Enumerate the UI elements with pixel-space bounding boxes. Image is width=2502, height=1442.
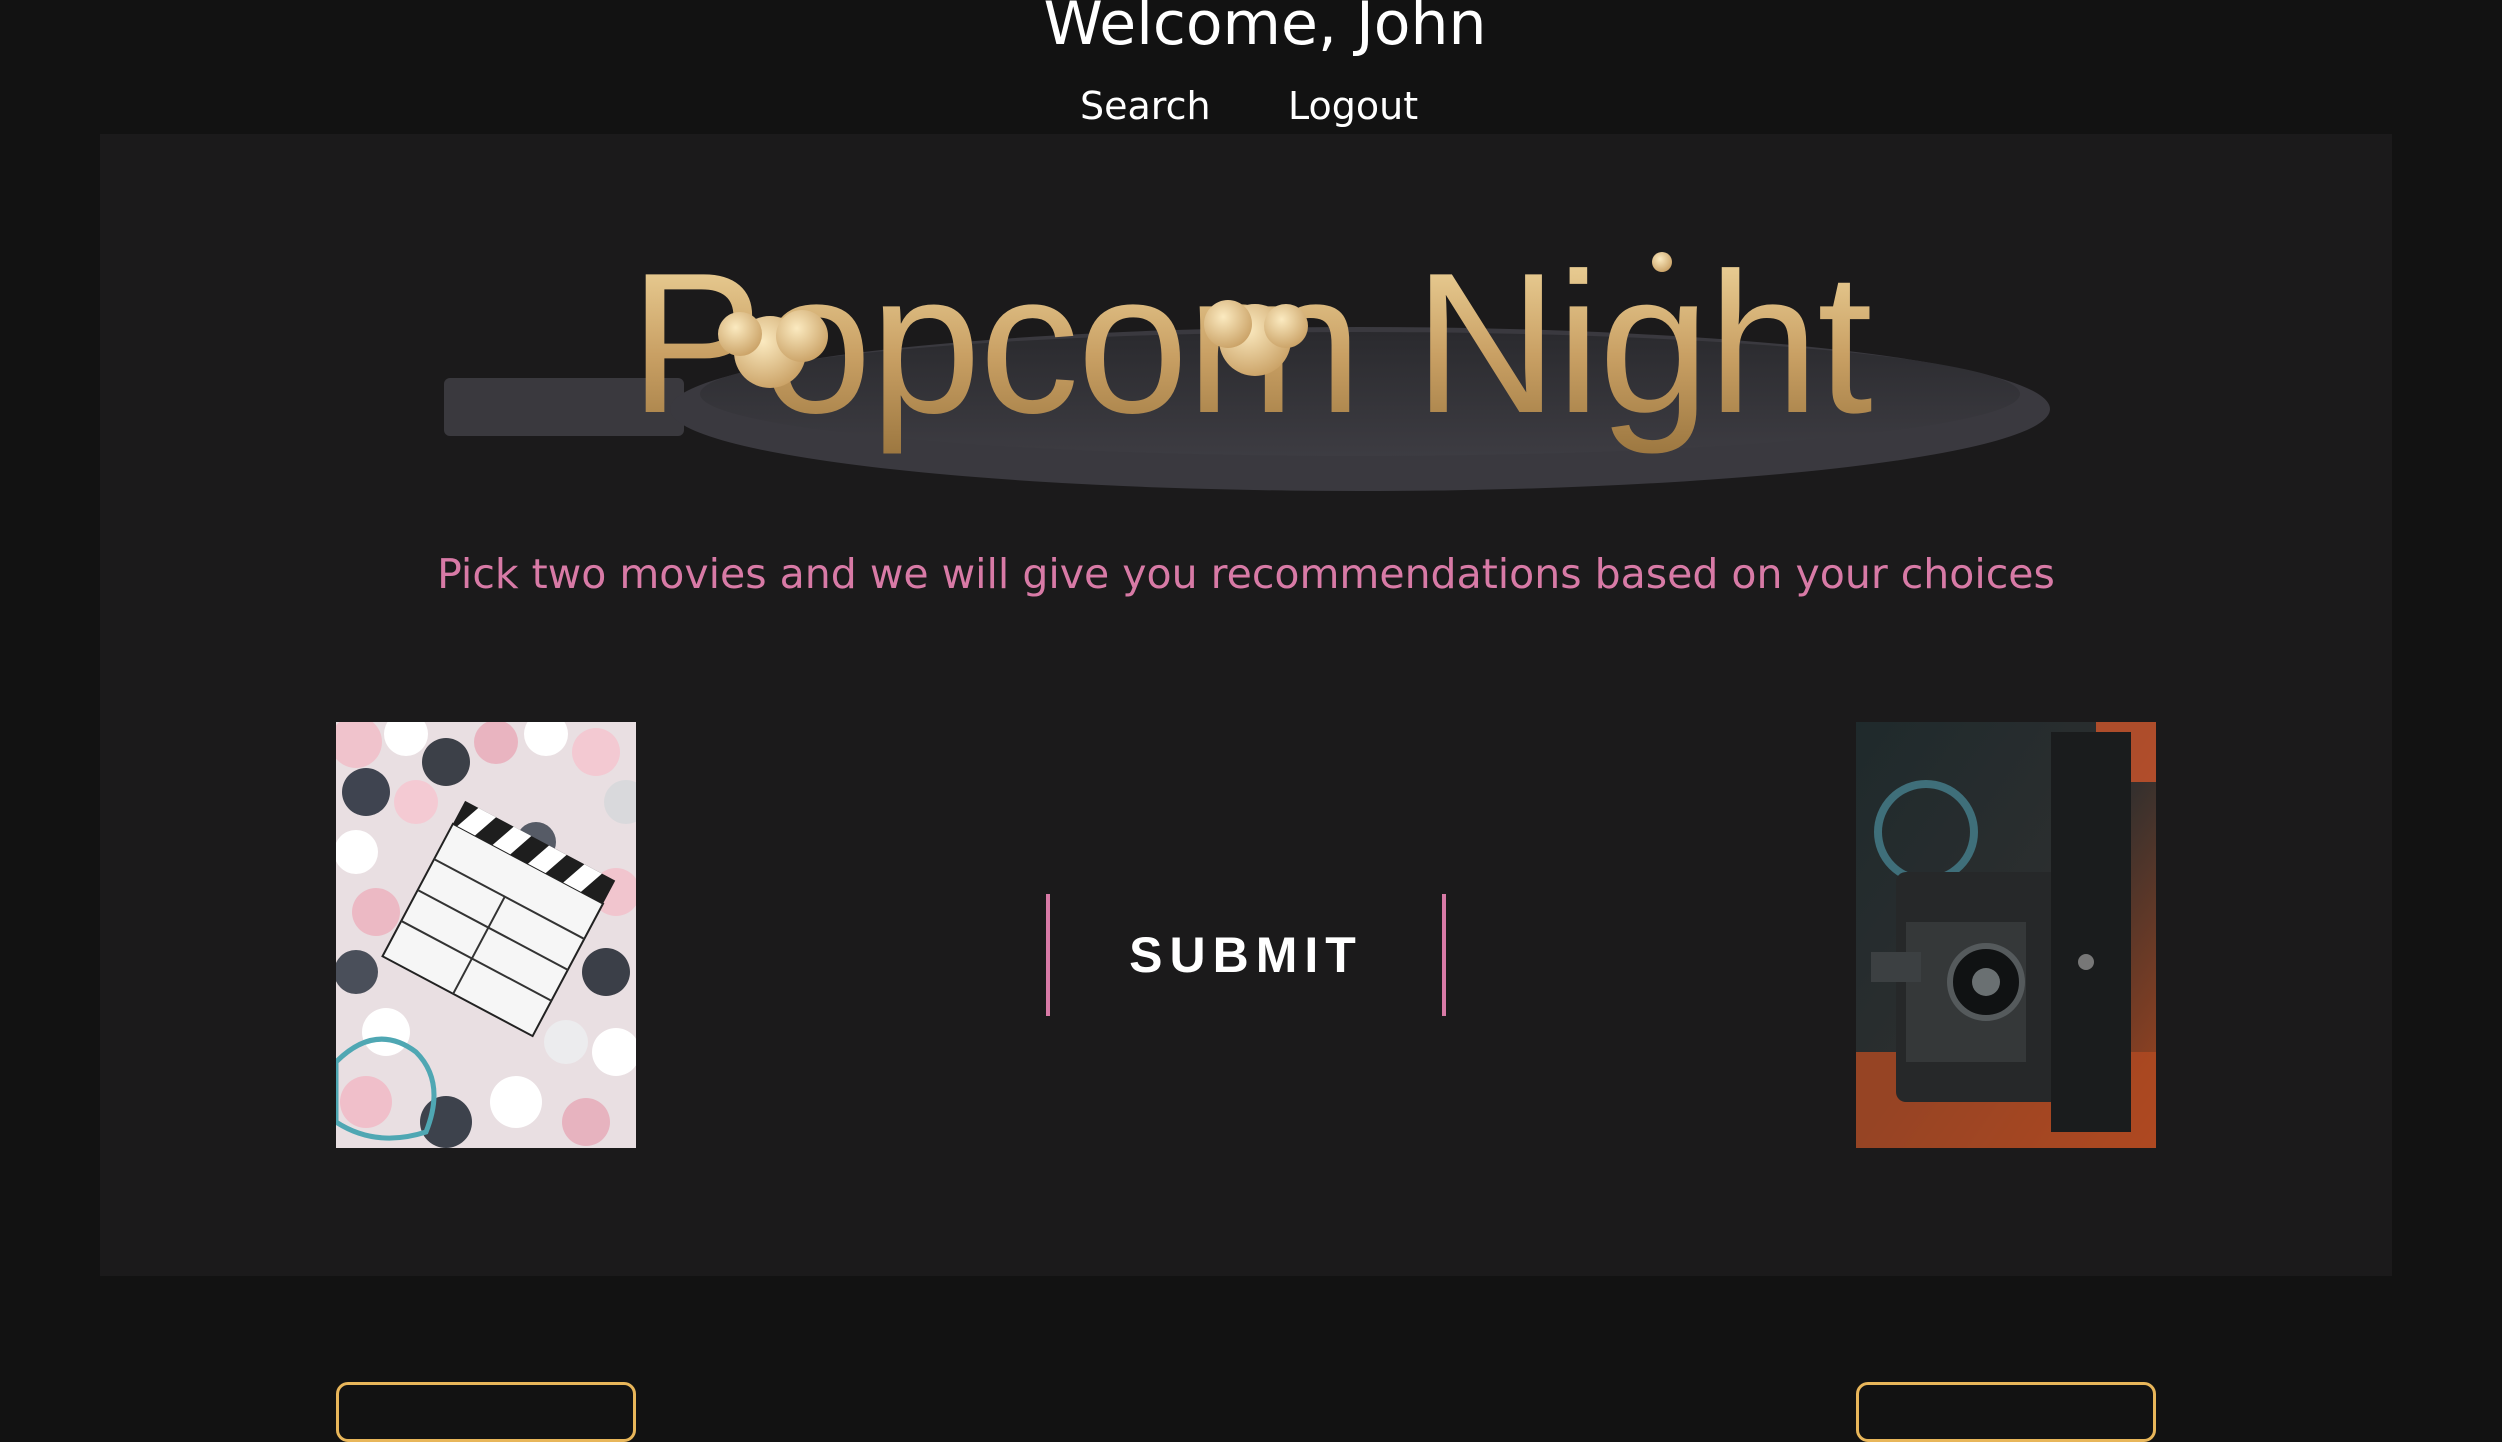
welcome-heading: Welcome, John [1043, 0, 1487, 59]
choose-movie-left-button[interactable] [336, 1382, 636, 1442]
nav-logout-link[interactable]: Logout [1288, 80, 1418, 132]
popcorn-night-logo: Popcorn Night [440, 244, 2060, 564]
submit-button[interactable]: SUBMIT [1046, 894, 1446, 1016]
main-panel: Popcorn Night Pick two movies and we wil… [100, 134, 2392, 1442]
top-header: Welcome, John Search Logout [0, 0, 2502, 134]
tagline: Pick two movies and we will give you rec… [437, 550, 2055, 598]
movie-poster-left[interactable] [336, 722, 636, 1148]
nav-search-link[interactable]: Search [1080, 80, 1211, 132]
choose-movie-right-button[interactable] [1856, 1382, 2156, 1442]
movie-poster-right[interactable] [1856, 722, 2156, 1148]
